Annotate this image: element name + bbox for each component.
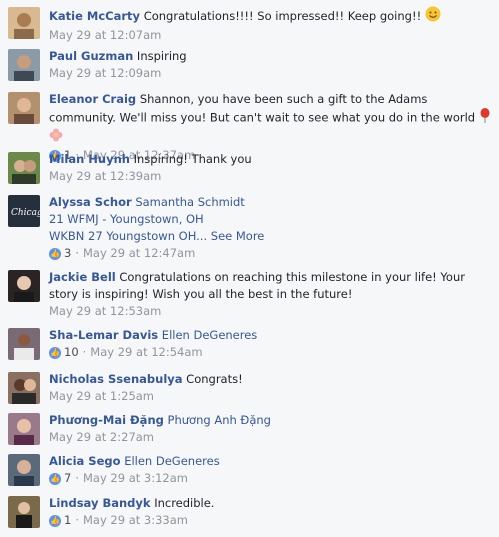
comment-timestamp[interactable]: May 29 at 1:25am — [49, 388, 154, 405]
comment: Jackie Bell Congratulations on reaching … — [0, 267, 499, 325]
avatar[interactable] — [8, 328, 40, 360]
avatar[interactable] — [8, 454, 40, 486]
comment: Paul Guzman Inspiring May 29 at 12:09am — [0, 46, 499, 89]
like-count[interactable]: 3 — [64, 245, 71, 262]
comment-text: Inspiring! Thank you — [133, 152, 252, 166]
separator-dot: · — [75, 246, 79, 260]
comment: Eleanor Craig Shannon, you have been suc… — [0, 89, 499, 162]
comment-text: Incredible. — [154, 496, 215, 510]
comment-text: Inspiring — [136, 49, 187, 63]
comment: Alicia Sego Ellen DeGeneres 👍 7 · May 29… — [0, 451, 499, 493]
comment-timestamp[interactable]: May 29 at 12:54am — [90, 344, 202, 361]
comment-text: Congratulations!!!! So impressed!! Keep … — [143, 9, 422, 23]
thumbs-up-icon[interactable]: 👍 — [49, 247, 61, 260]
comment: Katie McCarty Congratulations!!!! So imp… — [0, 4, 499, 46]
svg-text:Chicago: Chicago — [11, 208, 40, 218]
tagged-person[interactable]: Samantha Schmidt — [135, 195, 245, 209]
like-count[interactable]: 7 — [64, 470, 71, 487]
flower-icon — [49, 128, 63, 147]
tagged-person[interactable]: Ellen DeGeneres — [162, 328, 258, 342]
avatar[interactable] — [8, 49, 40, 81]
comment-text[interactable]: 21 WFMJ - Youngstown, OH — [49, 212, 204, 226]
comment-author[interactable]: Sha-Lemar Davis — [49, 328, 158, 342]
comment: Sha-Lemar Davis Ellen DeGeneres 👍 10 · M… — [0, 325, 499, 369]
comment: Milan Huynh Inspiring! Thank you May 29 … — [0, 149, 499, 192]
avatar[interactable]: Chicago — [8, 195, 40, 227]
like-count[interactable]: 10 — [64, 344, 79, 361]
comment-timestamp[interactable]: May 29 at 12:53am — [49, 303, 161, 320]
avatar[interactable] — [8, 152, 40, 184]
comment-author[interactable]: Lindsay Bandyk — [49, 496, 151, 510]
comment-author[interactable]: Paul Guzman — [49, 49, 133, 63]
comment-author[interactable]: Milan Huynh — [49, 152, 130, 166]
comment: Nicholas Ssenabulya Congrats! May 29 at … — [0, 369, 499, 410]
avatar[interactable] — [8, 7, 40, 39]
smile-emoji-icon — [425, 6, 441, 27]
comment-author[interactable]: Alyssa Schor — [49, 195, 132, 209]
comment-timestamp[interactable]: May 29 at 3:33am — [83, 512, 188, 529]
thumbs-up-icon[interactable]: 👍 — [49, 472, 61, 485]
comment-timestamp[interactable]: May 29 at 12:09am — [49, 65, 161, 82]
avatar[interactable] — [8, 372, 40, 404]
comment: Phương-Mai Đặng Phương Anh Đặng May 29 a… — [0, 410, 499, 451]
avatar[interactable] — [8, 270, 40, 302]
comment-timestamp[interactable]: May 29 at 12:07am — [49, 27, 161, 44]
balloon-icon — [479, 108, 491, 128]
comment-author[interactable]: Nicholas Ssenabulya — [49, 372, 183, 386]
comment-author[interactable]: Eleanor Craig — [49, 92, 136, 106]
comment-timestamp[interactable]: May 29 at 3:12am — [83, 470, 188, 487]
comment-text: Congrats! — [186, 372, 243, 386]
comment-timestamp[interactable]: May 29 at 12:47am — [83, 245, 195, 262]
avatar[interactable] — [8, 496, 40, 528]
avatar[interactable] — [8, 413, 40, 445]
avatar[interactable] — [8, 92, 40, 124]
separator-dot: · — [82, 345, 87, 359]
comment-timestamp[interactable]: May 29 at 12:39am — [49, 168, 161, 185]
separator-dot: · — [75, 513, 79, 527]
comment-author[interactable]: Katie McCarty — [49, 9, 140, 23]
comment-author[interactable]: Phương-Mai Đặng — [49, 413, 164, 427]
comment-timestamp[interactable]: May 29 at 2:27am — [49, 429, 154, 446]
comment-text[interactable]: WKBN 27 Youngstown OH... — [49, 229, 207, 243]
comment-list: Katie McCarty Congratulations!!!! So imp… — [0, 0, 499, 533]
like-count[interactable]: 1 — [64, 512, 71, 529]
comment-author[interactable]: Alicia Sego — [49, 454, 121, 468]
comment-author[interactable]: Jackie Bell — [49, 270, 116, 284]
tagged-person[interactable]: Phương Anh Đặng — [168, 413, 271, 427]
tagged-person[interactable]: Ellen DeGeneres — [124, 454, 220, 468]
thumbs-up-icon[interactable]: 👍 — [49, 346, 61, 359]
comment: Chicago Alyssa Schor Samantha Schmidt 21… — [0, 192, 499, 267]
thumbs-up-icon[interactable]: 👍 — [49, 514, 61, 527]
separator-dot: · — [75, 471, 79, 485]
see-more-link[interactable]: See More — [211, 229, 265, 243]
comment: Lindsay Bandyk Incredible. 👍 1 · May 29 … — [0, 493, 499, 533]
